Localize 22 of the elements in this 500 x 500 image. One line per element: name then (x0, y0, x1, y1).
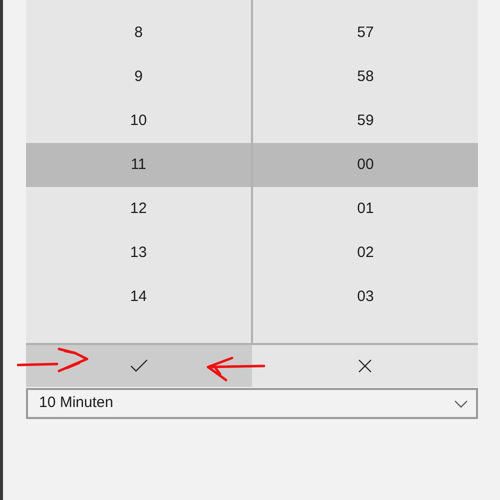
picker-item[interactable]: 00 (253, 143, 478, 187)
arrow-drawing (204, 356, 266, 382)
chevron-down-icon (454, 400, 468, 408)
picker-item[interactable]: 10 (26, 99, 251, 143)
picker-item[interactable]: 14 (26, 275, 251, 319)
picker-item[interactable]: 9 (26, 55, 251, 99)
checkmark-icon (130, 359, 148, 373)
picker-item[interactable]: 12 (26, 187, 251, 231)
dropdown-value: 10 Minuten (39, 393, 114, 414)
picker-item[interactable]: 13 (26, 231, 251, 275)
accept-button[interactable] (26, 345, 252, 387)
picker-item[interactable]: 59 (253, 99, 478, 143)
picker-item[interactable]: 11 (26, 143, 251, 187)
dropdown[interactable]: 10 Minuten (26, 388, 478, 419)
arrow-drawing (17, 347, 89, 375)
picker-item[interactable]: 8 (26, 11, 251, 55)
picker-item[interactable]: 01 (253, 187, 478, 231)
picker-item[interactable]: 02 (253, 231, 478, 275)
picker-item[interactable]: 03 (253, 275, 478, 319)
picker-item[interactable]: 57 (253, 11, 478, 55)
close-icon (358, 359, 372, 373)
picker-item[interactable]: 58 (253, 55, 478, 99)
